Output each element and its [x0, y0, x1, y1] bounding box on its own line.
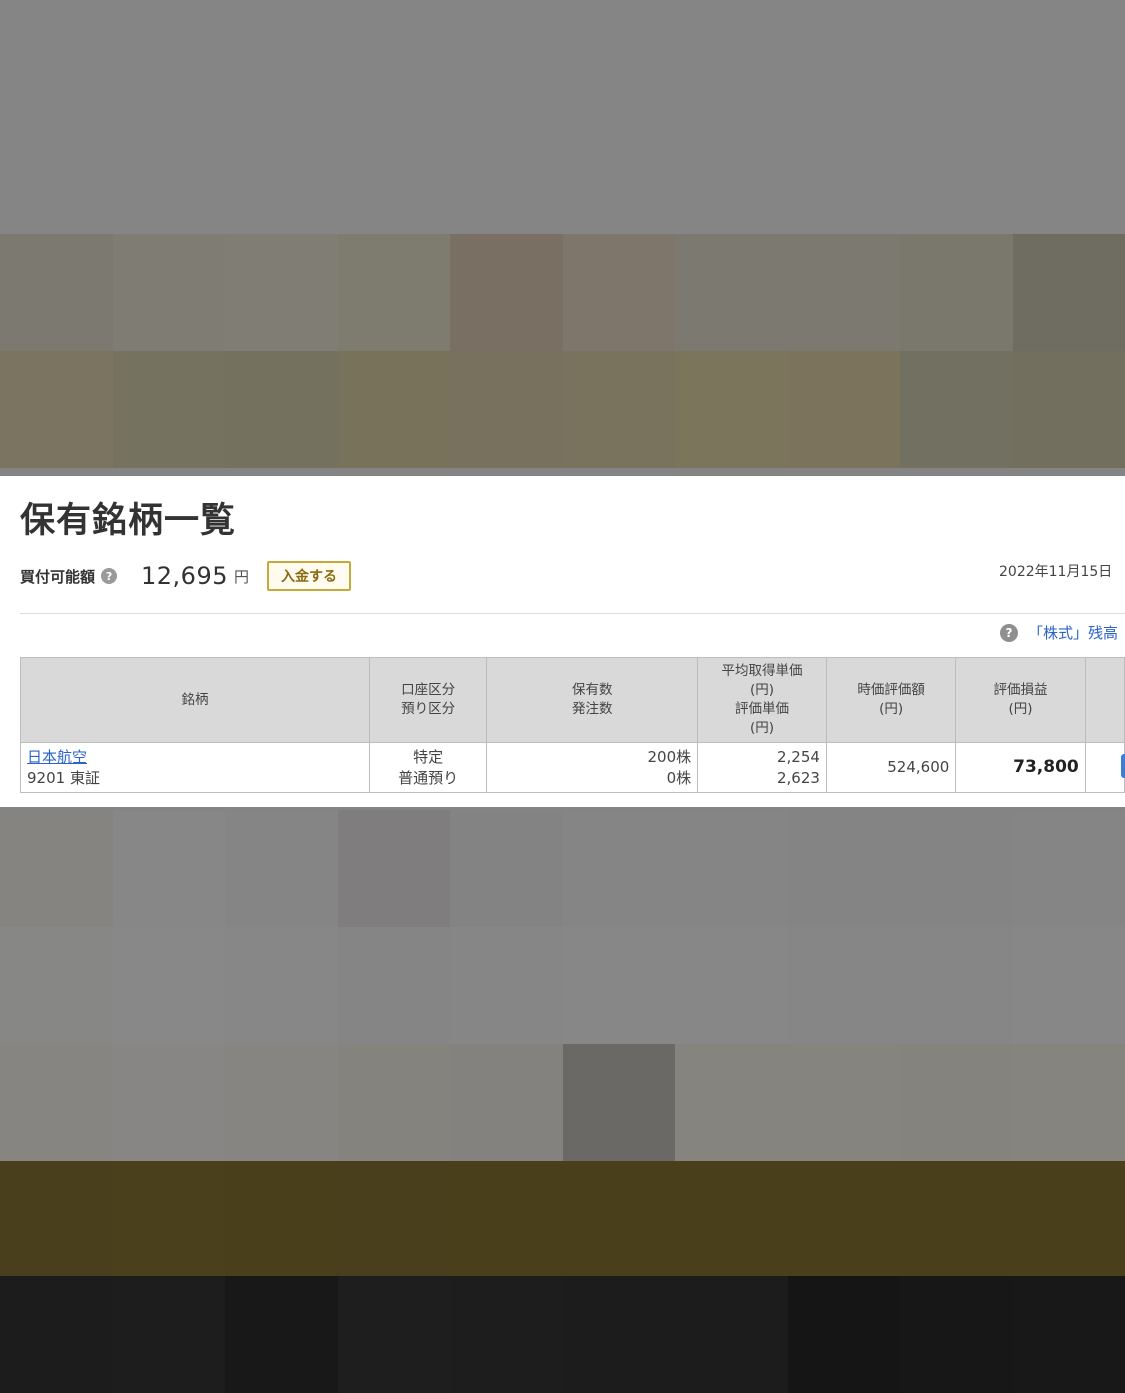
header-actions: [1084, 657, 1125, 743]
market-value-cell: 524,600: [825, 742, 957, 793]
actions-cell: [1084, 742, 1125, 793]
table-row: 日本航空 9201 東証 特定 普通預り 200株 0株 2,254 2,623…: [20, 742, 1125, 793]
stock-code-market: 9201 東証: [27, 768, 100, 787]
held-quantity: 200株: [647, 747, 692, 766]
header-stock: 銘柄: [20, 657, 370, 743]
ordered-quantity: 0株: [666, 768, 692, 787]
blurred-mosaic-row: [0, 810, 1125, 927]
stock-name-link[interactable]: 日本航空: [27, 748, 87, 766]
stock-balance-link-row: ? 「株式」残高: [1000, 622, 1118, 643]
header-quantity: 保有数 発注数: [486, 657, 699, 743]
deposit-button[interactable]: 入金する: [267, 561, 352, 591]
header-market-value: 時価評価額 (円): [825, 657, 957, 743]
price-cell: 2,254 2,623: [697, 742, 827, 793]
help-icon[interactable]: ?: [1000, 623, 1018, 642]
blurred-mosaic-row: [0, 1044, 1125, 1161]
blurred-mosaic-row: [0, 351, 1125, 468]
yen-unit: 円: [234, 567, 250, 586]
deposit-type: 普通預り: [398, 768, 459, 787]
stock-cell: 日本航空 9201 東証: [20, 742, 370, 793]
buying-power-label: 買付可能額: [20, 567, 96, 586]
blurred-mosaic-row: [0, 1161, 1125, 1278]
as-of-date: 2022年11月15日: [999, 564, 1113, 580]
holdings-panel: 保有銘柄一覧 買付可能額 ? 12,695 円 入金する 2022年11月15日…: [0, 476, 1125, 807]
buying-power-amount: 12,695: [141, 562, 228, 590]
buying-power-row: 買付可能額 ? 12,695 円 入金する: [20, 560, 352, 592]
eval-price: 2,623: [777, 768, 820, 787]
header-profit-loss: 評価損益 (円): [955, 657, 1086, 743]
profit-loss-cell: 73,800: [955, 742, 1086, 793]
blurred-top-area: [0, 0, 1125, 234]
holdings-table: 銘柄 口座区分 預り区分 保有数 発注数 平均取得単価 (円) 評価単価 (円)…: [20, 657, 1125, 793]
blurred-mosaic-row: [0, 234, 1125, 351]
question-circle-icon[interactable]: ?: [101, 568, 118, 584]
stock-balance-link[interactable]: 「株式」残高: [1028, 622, 1118, 643]
avg-cost: 2,254: [777, 747, 820, 766]
blurred-mosaic-row: [0, 1276, 1125, 1393]
account-cell: 特定 普通預り: [368, 742, 488, 793]
header-price: 平均取得単価 (円) 評価単価 (円): [697, 657, 827, 743]
header-account-type: 口座区分 預り区分: [368, 657, 488, 743]
account-type: 特定: [413, 747, 444, 766]
divider: [20, 613, 1125, 614]
blurred-mosaic-row: [0, 927, 1125, 1044]
quantity-cell: 200株 0株: [486, 742, 699, 793]
page-title: 保有銘柄一覧: [20, 501, 237, 541]
row-action-button[interactable]: [1121, 754, 1125, 778]
